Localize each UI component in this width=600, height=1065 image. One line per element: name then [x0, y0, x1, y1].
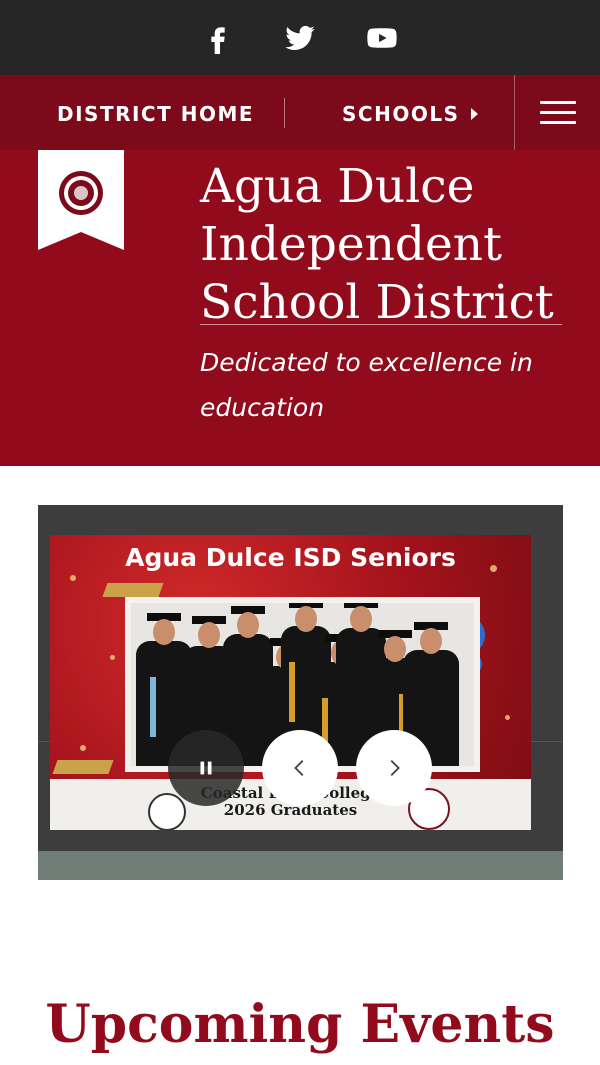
hamburger-menu-icon[interactable] — [540, 101, 576, 125]
caret-right-icon — [471, 108, 479, 120]
district-home-link[interactable]: DISTRICT HOME — [57, 102, 254, 126]
schools-label: SCHOOLS — [342, 102, 460, 126]
slideshow-previous-button[interactable] — [262, 730, 338, 806]
district-logo[interactable] — [38, 150, 124, 250]
main-nav: DISTRICT HOME SCHOOLS — [0, 75, 600, 150]
site-header: Agua Dulce Independent School District D… — [0, 150, 600, 466]
chevron-right-icon — [390, 760, 400, 776]
site-tagline: Dedicated to excellence in education — [200, 348, 533, 422]
twitter-icon — [285, 25, 315, 50]
nav-divider — [284, 98, 285, 128]
schools-dropdown-link[interactable]: SCHOOLS — [342, 102, 479, 126]
facebook-link[interactable] — [202, 22, 234, 54]
chevron-left-icon — [294, 760, 304, 776]
slide-heading: Agua Dulce ISD Seniors — [125, 543, 456, 572]
pause-icon — [200, 761, 212, 775]
menu-divider — [514, 75, 515, 150]
slideshow-pause-button[interactable] — [168, 730, 244, 806]
site-title[interactable]: Agua Dulce Independent School District — [200, 158, 570, 332]
twitter-link[interactable] — [284, 22, 316, 54]
youtube-link[interactable] — [366, 22, 398, 54]
youtube-icon — [367, 27, 397, 48]
social-bar — [0, 0, 600, 75]
facebook-icon — [211, 26, 225, 54]
upcoming-events-heading: Upcoming Events — [45, 994, 555, 1055]
title-rule — [200, 324, 562, 325]
photo-slideshow: Agua Dulce ISD Seniors Coastal Bend Coll… — [38, 505, 563, 880]
slideshow-next-button[interactable] — [356, 730, 432, 806]
